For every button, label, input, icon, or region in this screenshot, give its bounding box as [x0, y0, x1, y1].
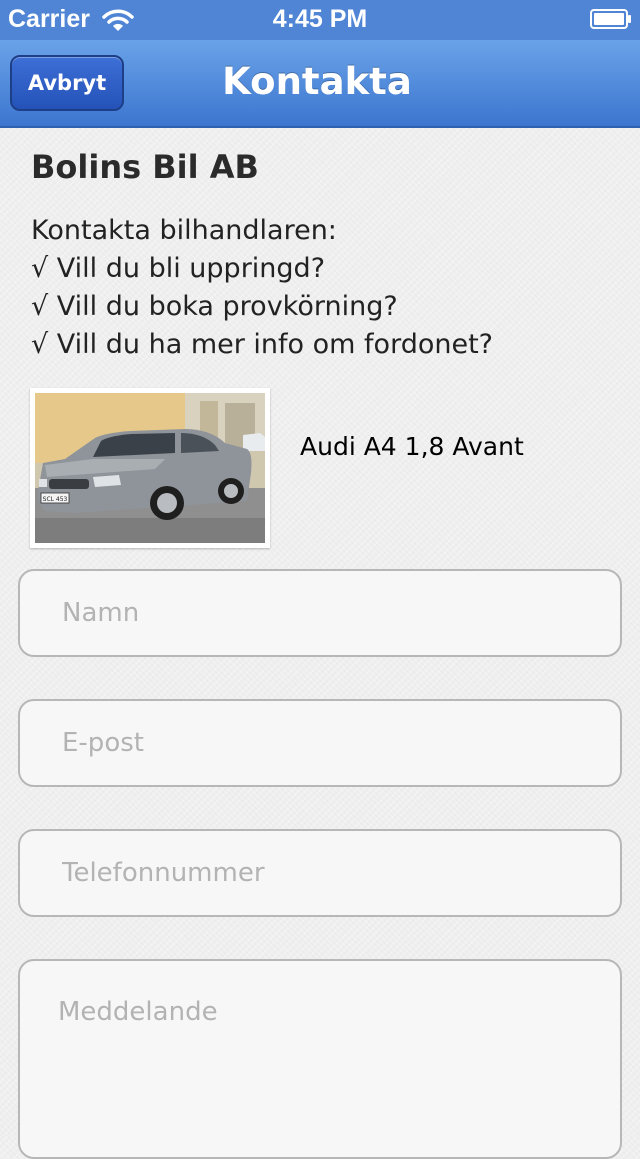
email-input[interactable]	[18, 699, 622, 787]
phone-input[interactable]	[18, 829, 622, 917]
car-photo: SCL 453	[30, 388, 270, 548]
contact-option-test-drive: √ Vill du boka provkörning?	[31, 291, 398, 322]
battery-icon	[590, 9, 631, 29]
license-plate: SCL 453	[43, 496, 68, 503]
contact-info: Kontakta bilhandlaren: √ Vill du bli upp…	[31, 212, 493, 364]
name-input[interactable]	[18, 569, 622, 657]
page-title: Kontakta	[222, 60, 412, 103]
dealer-name: Bolins Bil AB	[31, 148, 259, 186]
navigation-bar: Avbryt Kontakta	[0, 40, 640, 128]
car-image: SCL 453	[35, 393, 265, 543]
contact-option-more-info: √ Vill du ha mer info om fordonet?	[31, 329, 493, 360]
car-name: Audi A4 1,8 Avant	[300, 432, 524, 461]
message-input[interactable]	[18, 959, 622, 1159]
status-bar: Carrier 4:45 PM	[0, 0, 640, 40]
status-time: 4:45 PM	[272, 5, 368, 33]
contact-option-call: √ Vill du bli uppringd?	[31, 253, 326, 284]
contact-heading: Kontakta bilhandlaren:	[31, 215, 337, 246]
